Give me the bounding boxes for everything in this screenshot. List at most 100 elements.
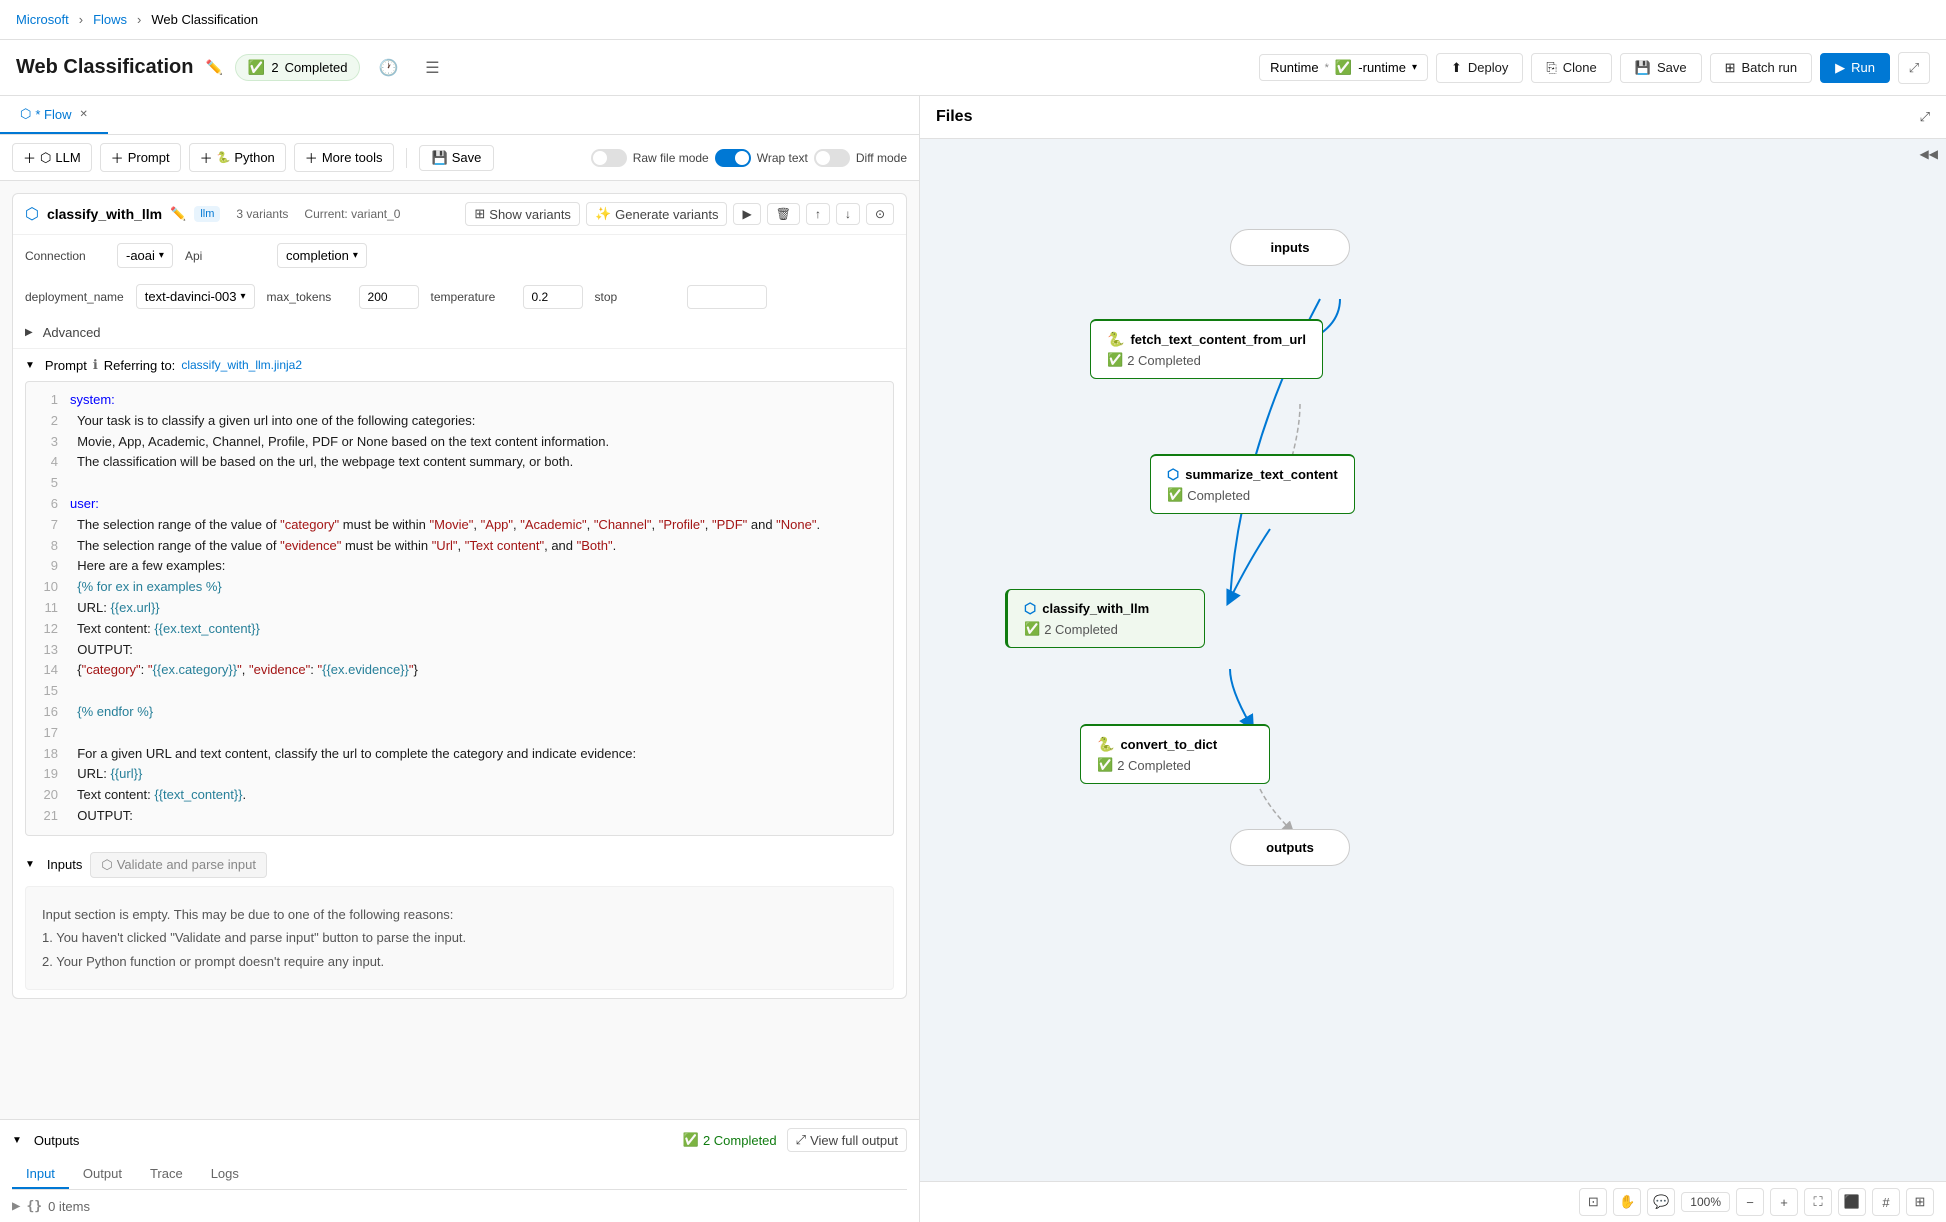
- canvas-grid-icon[interactable]: #: [1872, 1188, 1900, 1216]
- inputs-collapse-icon: ▼: [25, 859, 35, 870]
- breadcrumb-microsoft[interactable]: Microsoft: [16, 12, 69, 27]
- zoom-in-button[interactable]: +: [1770, 1188, 1798, 1216]
- view-full-output-button[interactable]: ⤢ View full output: [787, 1128, 907, 1152]
- validate-icon: ⬡: [101, 857, 112, 873]
- deployment-select[interactable]: text-davinci-003 ▾: [136, 284, 255, 309]
- expand-output-icon: ⤢: [796, 1132, 806, 1148]
- wrap-text-toggle[interactable]: [715, 149, 751, 167]
- sep2: ›: [137, 12, 141, 27]
- page-title: Web Classification: [16, 56, 193, 79]
- advanced-section: ▶ Advanced: [13, 317, 906, 349]
- raw-file-mode-toggle[interactable]: [591, 149, 627, 167]
- status-count: 2: [271, 60, 278, 75]
- canvas-hand-icon[interactable]: ✋: [1613, 1188, 1641, 1216]
- collapse-left-icon[interactable]: ◀◀: [920, 139, 1946, 169]
- clone-icon: ⎘: [1546, 60, 1556, 76]
- tab-input[interactable]: Input: [12, 1160, 69, 1189]
- flow-canvas: inputs 🐍 fetch_text_content_from_url ✅ 2…: [920, 169, 1946, 1181]
- flow-node-fetch[interactable]: 🐍 fetch_text_content_from_url ✅ 2 Comple…: [1090, 319, 1323, 379]
- expand-icon[interactable]: ⤢: [1898, 52, 1930, 84]
- deploy-button[interactable]: ⬆ Deploy: [1436, 53, 1523, 83]
- canvas-fullscreen-icon[interactable]: ⛶: [1804, 1188, 1832, 1216]
- json-brace-icon: {}: [26, 1199, 42, 1214]
- more-node-options-button[interactable]: ⊙: [866, 203, 894, 225]
- move-down-button[interactable]: ↓: [836, 203, 860, 225]
- node-actions: ⊞ Show variants ✨ Generate variants ▶ 🗑 …: [465, 202, 894, 226]
- outputs-header: ▼ Outputs ✅ 2 Completed ⤢ View full outp…: [12, 1128, 907, 1152]
- convert-node-title: 🐍 convert_to_dict: [1097, 736, 1253, 753]
- code-line-2: 2 Your task is to classify a given url i…: [34, 411, 885, 432]
- clone-button[interactable]: ⎘ Clone: [1531, 53, 1611, 83]
- edit-title-icon[interactable]: ✏️: [205, 59, 222, 76]
- list-icon[interactable]: ☰: [416, 52, 448, 84]
- move-up-button[interactable]: ↑: [806, 203, 830, 225]
- batch-run-button[interactable]: ⊞ Batch run: [1710, 53, 1813, 83]
- diff-mode-toggle[interactable]: [814, 149, 850, 167]
- edit-node-icon[interactable]: ✏️: [170, 206, 186, 222]
- raw-file-mode-label: Raw file mode: [633, 151, 709, 165]
- add-prompt-button[interactable]: ＋ Prompt: [100, 143, 181, 172]
- flow-node-summarize[interactable]: ⬡ summarize_text_content ✅ Completed: [1150, 454, 1355, 514]
- inputs-header: ▼ Inputs ⬡ Validate and parse input: [25, 852, 894, 878]
- zoom-out-button[interactable]: −: [1736, 1188, 1764, 1216]
- save-toolbar-button[interactable]: 💾 Save: [419, 145, 495, 171]
- deployment-chevron-icon: ▾: [241, 291, 246, 302]
- deployment-row: deployment_name text-davinci-003 ▾ max_t…: [13, 276, 906, 317]
- tab-trace[interactable]: Trace: [136, 1160, 197, 1189]
- run-status-badge: ✅ 2 Completed: [235, 54, 361, 81]
- connection-select[interactable]: -aoai ▾: [117, 243, 173, 268]
- page-header: Web Classification ✏️ ✅ 2 Completed 🕐 ☰ …: [0, 40, 1946, 96]
- save-header-button[interactable]: 💾 Save: [1620, 53, 1702, 83]
- flow-node-classify[interactable]: ⬡ classify_with_llm ✅ 2 Completed: [1005, 589, 1205, 648]
- flow-tab-icon: ⬡: [20, 106, 31, 122]
- flow-connections-svg: [920, 169, 1946, 1181]
- files-expand-icon[interactable]: ⤢: [1920, 109, 1930, 125]
- output-items: ▶ {} 0 items: [12, 1198, 907, 1214]
- tab-output[interactable]: Output: [69, 1160, 136, 1189]
- advanced-toggle[interactable]: ▶ Advanced: [25, 325, 894, 340]
- api-chevron-icon: ▾: [353, 250, 358, 261]
- canvas-more-icon[interactable]: ⊞: [1906, 1188, 1934, 1216]
- code-line-1: 1system:: [34, 390, 885, 411]
- api-select[interactable]: completion ▾: [277, 243, 367, 268]
- inputs-section: ▼ Inputs ⬡ Validate and parse input Inpu…: [13, 844, 906, 998]
- json-expand-icon[interactable]: ▶: [12, 1198, 20, 1214]
- summarize-status-icon: ✅: [1167, 487, 1183, 503]
- canvas-sidebar-icon[interactable]: ⬛: [1838, 1188, 1866, 1216]
- temperature-input[interactable]: [523, 285, 583, 309]
- convert-status-icon: ✅: [1097, 757, 1113, 773]
- run-button[interactable]: ▶ Run: [1820, 53, 1890, 83]
- tab-close-icon[interactable]: ✕: [79, 109, 87, 120]
- code-line-3: 3 Movie, App, Academic, Channel, Profile…: [34, 432, 885, 453]
- flow-node-inputs[interactable]: inputs: [1230, 229, 1350, 266]
- run-node-button[interactable]: ▶: [733, 203, 760, 225]
- prompt-file-link[interactable]: classify_with_llm.jinja2: [181, 358, 302, 372]
- canvas-comment-icon[interactable]: 💬: [1647, 1188, 1675, 1216]
- breadcrumb-flows[interactable]: Flows: [93, 12, 127, 27]
- generate-variants-button[interactable]: ✨ Generate variants: [586, 202, 728, 226]
- canvas-fit-icon[interactable]: ⊡: [1579, 1188, 1607, 1216]
- code-line-12: 12 Text content: {{ex.text_content}}: [34, 619, 885, 640]
- outputs-tab-bar: Input Output Trace Logs: [12, 1160, 907, 1190]
- convert-node-status: ✅ 2 Completed: [1097, 757, 1253, 773]
- show-variants-button[interactable]: ⊞ Show variants: [465, 202, 580, 226]
- tab-logs[interactable]: Logs: [197, 1160, 253, 1189]
- validate-input-button[interactable]: ⬡ Validate and parse input: [90, 852, 267, 878]
- add-llm-button[interactable]: ＋ ⬡ LLM: [12, 143, 92, 172]
- classify-node-card: ⬡ classify_with_llm ✏️ llm 3 variants Cu…: [12, 193, 907, 999]
- code-line-9: 9 Here are a few examples:: [34, 556, 885, 577]
- zoom-level[interactable]: 100%: [1681, 1192, 1730, 1212]
- flow-node-convert[interactable]: 🐍 convert_to_dict ✅ 2 Completed: [1080, 724, 1270, 784]
- flow-node-outputs[interactable]: outputs: [1230, 829, 1350, 866]
- delete-node-button[interactable]: 🗑: [767, 203, 800, 225]
- flow-node-inputs-label: inputs: [1247, 240, 1333, 255]
- code-line-20: 20 Text content: {{text_content}}.: [34, 785, 885, 806]
- runtime-selector[interactable]: Runtime * ✅ -runtime ▾: [1259, 54, 1428, 81]
- more-tools-button[interactable]: ＋ More tools: [294, 143, 394, 172]
- code-line-16: 16 {% endfor %}: [34, 702, 885, 723]
- history-icon[interactable]: 🕐: [372, 52, 404, 84]
- stop-input[interactable]: [687, 285, 767, 309]
- max-tokens-input[interactable]: [359, 285, 419, 309]
- tab-flow[interactable]: ⬡ * Flow ✕: [0, 96, 108, 134]
- add-python-button[interactable]: ＋ 🐍 Python: [189, 143, 286, 172]
